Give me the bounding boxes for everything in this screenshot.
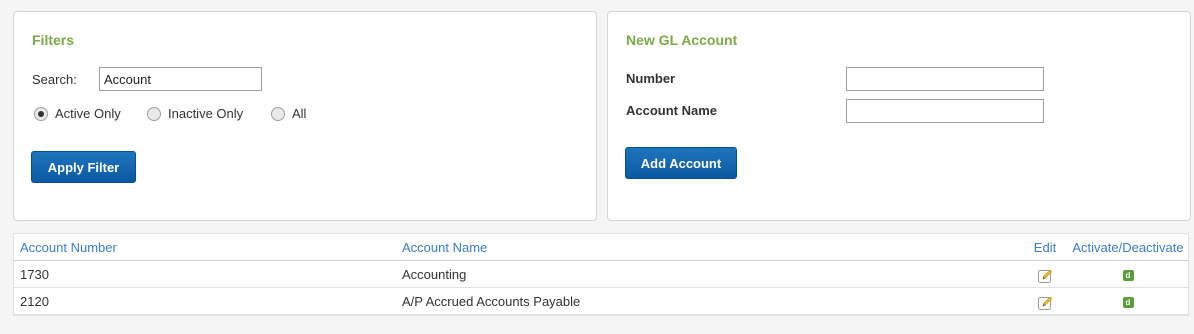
radio-active-only-label: Active Only xyxy=(55,106,121,121)
deactivate-d-icon[interactable]: d xyxy=(1122,297,1134,309)
table-row: 2120 A/P Accrued Accounts Payable d xyxy=(14,288,1188,315)
activate-cell: d xyxy=(1068,288,1188,315)
accounts-table: Account Number Account Name Edit Activat… xyxy=(13,233,1189,316)
add-account-button[interactable]: Add Account xyxy=(625,147,737,179)
search-input[interactable] xyxy=(99,67,262,91)
radio-active-only-circle[interactable] xyxy=(34,106,48,121)
number-field[interactable] xyxy=(846,67,1044,91)
number-label: Number xyxy=(626,71,676,86)
edit-cell xyxy=(1022,288,1068,315)
table-row: 1730 Accounting d xyxy=(14,261,1188,288)
radio-all-label: All xyxy=(292,106,307,121)
deactivate-d-icon[interactable]: d xyxy=(1122,270,1134,282)
header-account-name[interactable]: Account Name xyxy=(402,234,487,261)
radio-inactive-only-circle[interactable] xyxy=(147,106,161,121)
radio-active-only[interactable]: Active Only xyxy=(34,106,121,121)
apply-filter-button[interactable]: Apply Filter xyxy=(31,151,136,183)
new-gl-account-title: New GL Account xyxy=(626,32,738,48)
table-header-row: Account Number Account Name Edit Activat… xyxy=(14,234,1188,261)
account-number-cell: 1730 xyxy=(20,267,49,282)
account-name-label: Account Name xyxy=(626,103,718,118)
filters-title: Filters xyxy=(32,32,75,48)
header-account-number[interactable]: Account Number xyxy=(20,234,117,261)
radio-all-circle[interactable] xyxy=(271,106,285,121)
filters-panel: Filters Search: Active Only Inactive Onl… xyxy=(13,11,597,221)
account-number-cell: 2120 xyxy=(20,294,49,309)
activate-cell: d xyxy=(1068,261,1188,288)
pencil-edit-icon[interactable] xyxy=(1037,295,1053,311)
radio-inactive-only[interactable]: Inactive Only xyxy=(147,106,243,121)
radio-all[interactable]: All xyxy=(271,106,306,121)
pencil-edit-icon[interactable] xyxy=(1037,268,1053,284)
account-name-cell: A/P Accrued Accounts Payable xyxy=(402,294,581,309)
header-edit[interactable]: Edit xyxy=(1022,234,1068,261)
edit-cell xyxy=(1022,261,1068,288)
account-name-field[interactable] xyxy=(846,99,1044,123)
radio-inactive-only-label: Inactive Only xyxy=(168,106,244,121)
account-name-cell: Accounting xyxy=(402,267,467,282)
search-label: Search: xyxy=(32,72,77,87)
new-gl-account-panel: New GL Account Number Account Name Add A… xyxy=(607,11,1191,221)
header-activate-deactivate[interactable]: Activate/Deactivate xyxy=(1068,234,1188,261)
